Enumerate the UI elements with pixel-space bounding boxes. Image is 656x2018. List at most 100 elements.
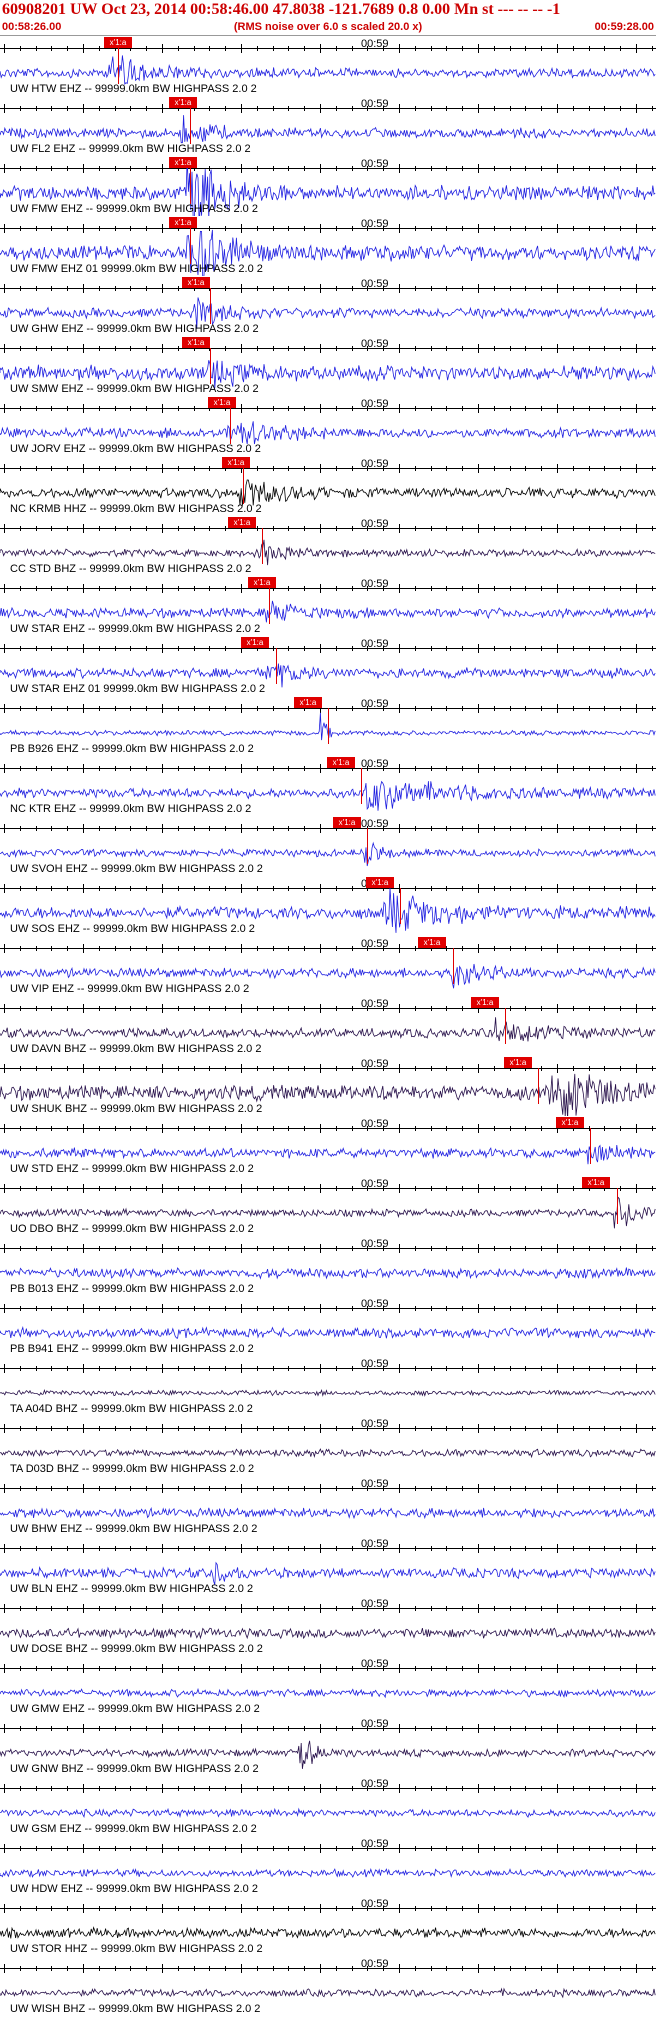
waveform-path — [0, 1926, 656, 1940]
pick-line — [210, 348, 211, 384]
scale-note: (RMS noise over 6.0 s scaled 20.0 x) — [233, 21, 423, 33]
waveform-path — [0, 1627, 656, 1640]
trace-panel: 00:59 UW GSM EHZ -- 99999.0km BW HIGHPASS… — [0, 1776, 656, 1836]
waveform-path — [0, 1987, 656, 1999]
trace-panel: 00:59 UW VIP EHZ -- 99999.0km BW HIGHPASS… — [0, 936, 656, 996]
trace-panel: 00:59 UW HDW EHZ -- 99999.0km BW HIGHPASS… — [0, 1836, 656, 1896]
waveform-path — [0, 1448, 656, 1459]
phase-pick-marker[interactable]: x'1:a — [471, 997, 499, 1008]
phase-pick-marker[interactable]: x'1:a — [228, 517, 256, 528]
phase-pick-marker[interactable]: x'1:a — [222, 457, 250, 468]
station-label: NC KTR EHZ -- 99999.0km BW HIGHPASS 2.0 … — [10, 803, 252, 815]
waveform-path — [0, 1687, 656, 1699]
waveform-path — [0, 1017, 656, 1042]
trace-panel: 00:59 UW FL2 EHZ -- 99999.0km BW HIGHPASS… — [0, 96, 656, 156]
pick-line — [269, 588, 270, 624]
waveform-path — [0, 479, 656, 506]
waveform-path — [0, 1326, 656, 1339]
station-label: UW GMW EHZ -- 99999.0km BW HIGHPASS 2.0 … — [10, 1703, 260, 1715]
waveform-path — [0, 539, 656, 566]
waveform-path — [0, 421, 656, 445]
station-label: UW BHW EHZ -- 99999.0km BW HIGHPASS 2.0 … — [10, 1523, 258, 1535]
station-label: PB B941 EHZ -- 99999.0km BW HIGHPASS 2.0… — [10, 1343, 254, 1355]
waveform-path — [0, 115, 656, 144]
waveform-path — [0, 55, 656, 85]
phase-pick-marker[interactable]: x'1:a — [582, 1177, 610, 1188]
station-label: UW STAR EHZ -- 99999.0km BW HIGHPASS 2.0… — [10, 623, 261, 635]
station-label: PB B013 EHZ -- 99999.0km BW HIGHPASS 2.0… — [10, 1283, 254, 1295]
station-label: CC STD BHZ -- 99999.0km BW HIGHPASS 2.0 … — [10, 563, 252, 575]
trace-panel: 00:59 TA A04D BHZ -- 99999.0km BW HIGHPAS… — [0, 1356, 656, 1416]
pick-line — [230, 408, 231, 444]
pick-line — [190, 108, 191, 144]
station-label: UW GNW BHZ -- 99999.0km BW HIGHPASS 2.0 … — [10, 1763, 259, 1775]
station-label: UW WISH BHZ -- 99999.0km BW HIGHPASS 2.0… — [10, 2003, 261, 2015]
phase-pick-marker[interactable]: x'1:a — [327, 757, 355, 768]
trace-panel: 00:59 UW SMW EHZ -- 99999.0km BW HIGHPASS… — [0, 336, 656, 396]
station-label: UW BLN EHZ -- 99999.0km BW HIGHPASS 2.0 … — [10, 1583, 254, 1595]
pick-line — [190, 228, 191, 264]
trace-panel: 00:59 UW GNW BHZ -- 99999.0km BW HIGHPASS… — [0, 1716, 656, 1776]
trace-panel: 00:59 UW GHW EHZ -- 99999.0km BW HIGHPASS… — [0, 276, 656, 336]
pick-line — [118, 48, 119, 84]
pick-line — [590, 1128, 591, 1164]
station-label: UW SVOH EHZ -- 99999.0km BW HIGHPASS 2.0… — [10, 863, 263, 875]
trace-panel: 00:59 UW JORV EHZ -- 99999.0km BW HIGHPAS… — [0, 396, 656, 456]
phase-pick-marker[interactable]: x'1:a — [294, 697, 322, 708]
trace-panel: 00:59 UW SVOH EHZ -- 99999.0km BW HIGHPAS… — [0, 816, 656, 876]
station-label: UW STD EHZ -- 99999.0km BW HIGHPASS 2.0 … — [10, 1163, 254, 1175]
trace-panel: 00:59 UW BLN EHZ -- 99999.0km BW HIGHPASS… — [0, 1536, 656, 1596]
pick-line — [538, 1068, 539, 1104]
pick-line — [505, 1008, 506, 1044]
station-label: UW FMW EHZ 01 99999.0km BW HIGHPASS 2.0 … — [10, 263, 263, 275]
waveform-path — [0, 1867, 656, 1878]
trace-panel: 00:59 UW STAR EHZ -- 99999.0km BW HIGHPAS… — [0, 576, 656, 636]
trace-panel: 00:59 UW DOSE BHZ -- 99999.0km BW HIGHPAS… — [0, 1596, 656, 1656]
trace-panel: 00:59 UW FMW EHZ 01 99999.0km BW HIGHPASS… — [0, 216, 656, 276]
phase-pick-marker[interactable]: x'1:a — [366, 877, 394, 888]
trace-panel: 00:59 UW GMW EHZ -- 99999.0km BW HIGHPASS… — [0, 1656, 656, 1716]
phase-pick-marker[interactable]: x'1:a — [208, 397, 236, 408]
phase-pick-marker[interactable]: x'1:a — [104, 37, 132, 48]
waveform-path — [0, 600, 656, 623]
phase-pick-marker[interactable]: x'1:a — [504, 1057, 532, 1068]
waveform-path — [0, 1561, 656, 1585]
station-label: UW STAR EHZ 01 99999.0km BW HIGHPASS 2.0… — [10, 683, 266, 695]
trace-panel: 00:59 NC KRMB HHZ -- 99999.0km BW HIGHPAS… — [0, 456, 656, 516]
pick-line — [400, 888, 401, 924]
station-label: UW JORV EHZ -- 99999.0km BW HIGHPASS 2.0… — [10, 443, 261, 455]
trace-panel: 00:59 UW STOR HHZ -- 99999.0km BW HIGHPAS… — [0, 1896, 656, 1956]
event-title: 60908201 UW Oct 23, 2014 00:58:46.00 47.… — [2, 1, 561, 18]
trace-panel: 00:59 UW DAVN BHZ -- 99999.0km BW HIGHPAS… — [0, 996, 656, 1056]
pick-line — [361, 768, 362, 804]
station-label: UW DOSE BHZ -- 99999.0km BW HIGHPASS 2.0… — [10, 1643, 263, 1655]
phase-pick-marker[interactable]: x'1:a — [248, 577, 276, 588]
pick-line — [367, 828, 368, 864]
header-bar: 60908201 UW Oct 23, 2014 00:58:46.00 47.… — [0, 0, 656, 36]
station-label: UW GHW EHZ -- 99999.0km BW HIGHPASS 2.0 … — [10, 323, 259, 335]
phase-pick-marker[interactable]: x'1:a — [182, 337, 210, 348]
trace-panel: 00:59UW SOS EHZ -- 99999.0km BW HIGHPASS… — [0, 876, 656, 936]
pick-line — [276, 648, 277, 684]
pick-line — [190, 168, 191, 204]
phase-pick-marker[interactable]: x'1:a — [241, 637, 269, 648]
phase-pick-marker[interactable]: x'1:a — [169, 97, 197, 108]
pick-line — [453, 948, 454, 984]
trace-panel: 00:59 PB B013 EHZ -- 99999.0km BW HIGHPAS… — [0, 1236, 656, 1296]
waveform-path — [0, 1507, 656, 1520]
trace-panel: 00:59 UW WISH BHZ -- 99999.0km BW HIGHPAS… — [0, 1956, 656, 2016]
phase-pick-marker[interactable]: x'1:a — [169, 217, 197, 228]
end-time: 00:59:28.00 — [594, 21, 654, 33]
station-label: UW HTW EHZ -- 99999.0km BW HIGHPASS 2.0 … — [10, 83, 257, 95]
pick-line — [210, 288, 211, 324]
pick-line — [328, 708, 329, 744]
phase-pick-marker[interactable]: x'1:a — [556, 1117, 584, 1128]
phase-pick-marker[interactable]: x'1:a — [333, 817, 361, 828]
station-label: TA A04D BHZ -- 99999.0km BW HIGHPASS 2.0… — [10, 1403, 253, 1415]
station-label: UW FL2 EHZ -- 99999.0km BW HIGHPASS 2.0 … — [10, 143, 251, 155]
trace-panel: 00:59 UW HTW EHZ -- 99999.0km BW HIGHPASS… — [0, 36, 656, 96]
phase-pick-marker[interactable]: x'1:a — [182, 277, 210, 288]
phase-pick-marker[interactable]: x'1:a — [418, 937, 446, 948]
waveform-path — [0, 1267, 656, 1280]
phase-pick-marker[interactable]: x'1:a — [169, 157, 197, 168]
